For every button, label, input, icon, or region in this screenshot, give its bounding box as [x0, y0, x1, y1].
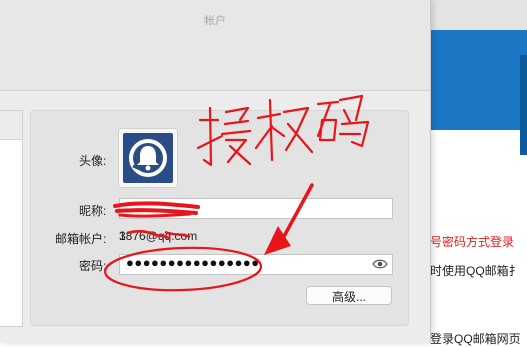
email-label: 邮箱帐户:: [55, 232, 107, 246]
advanced-button[interactable]: 高级...: [306, 286, 392, 305]
background-banner-edge: [520, 55, 527, 155]
nickname-field[interactable]: [119, 198, 393, 219]
account-window: 帐户 头像: 昵称: 邮箱帐户: 3876@qq.com 1 密码: ●●●●●…: [0, 0, 431, 343]
background-web-page: 号密码方式登录 时使用QQ邮箱扌 登录QQ邮箱网页: [430, 0, 527, 346]
email-value-prefix: 1: [119, 229, 126, 243]
window-toolbar: 帐户: [0, 0, 430, 91]
background-blue-banner: [430, 30, 527, 130]
email-value: 3876@qq.com: [119, 229, 198, 243]
avatar[interactable]: [118, 128, 178, 188]
show-password-eye-icon[interactable]: [372, 258, 388, 270]
avatar-label: 头像:: [79, 154, 107, 168]
password-label: 密码:: [79, 259, 107, 273]
password-dots: ●●●●●●●●●●●●●●●●: [126, 255, 260, 270]
background-text-line: 时使用QQ邮箱扌: [430, 264, 521, 278]
background-red-text: 号密码方式登录: [430, 235, 515, 249]
window-title: 帐户: [204, 15, 226, 27]
account-list-header: [0, 111, 22, 140]
qq-mail-logo-icon: [123, 133, 173, 183]
nickname-label: 昵称:: [79, 204, 107, 218]
password-field[interactable]: ●●●●●●●●●●●●●●●●: [119, 254, 393, 275]
background-header: [430, 0, 527, 30]
account-list-pane[interactable]: [0, 110, 23, 327]
background-text-line: 登录QQ邮箱网页: [430, 332, 521, 346]
